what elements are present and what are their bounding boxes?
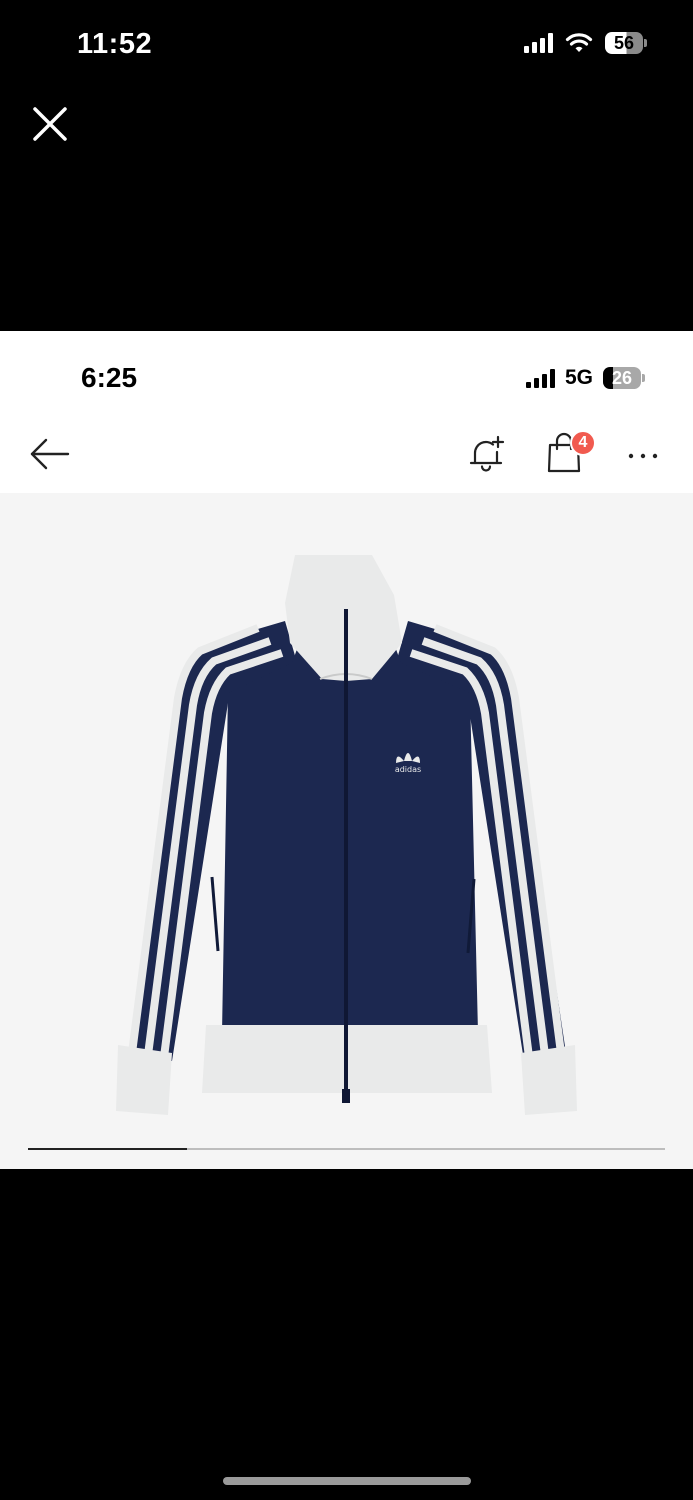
more-button[interactable] <box>623 436 663 476</box>
close-button[interactable] <box>30 104 70 144</box>
close-icon <box>33 107 67 141</box>
battery-icon: 56 <box>605 32 647 54</box>
inner-battery-level: 26 <box>603 367 641 389</box>
inner-status-time: 6:25 <box>81 362 138 393</box>
cart-count-badge: 4 <box>570 430 596 456</box>
cellular-signal-icon <box>524 33 553 53</box>
arrow-left-icon <box>30 438 70 470</box>
product-image: adidas <box>116 555 577 1115</box>
status-time: 11:52 <box>77 28 153 60</box>
inner-cellular-signal-icon <box>525 368 555 388</box>
battery-level: 56 <box>605 32 643 54</box>
inner-screenshot: 6:25 5G 26 4 adidas <box>0 331 693 1169</box>
network-type: 5G <box>564 366 593 389</box>
gallery-progress-track <box>28 1148 665 1150</box>
status-icons: 56 <box>524 32 647 54</box>
gallery-progress-fill <box>28 1148 188 1150</box>
brand-logo-text: adidas <box>395 765 421 774</box>
notify-button[interactable] <box>466 432 508 474</box>
wifi-icon <box>565 33 593 52</box>
cart-button[interactable]: 4 <box>545 430 597 476</box>
back-button[interactable] <box>28 434 72 474</box>
bell-plus-icon <box>469 435 505 472</box>
more-horizontal-icon <box>628 453 658 459</box>
inner-status-bar: 6:25 5G 26 <box>0 331 693 416</box>
product-nav-bar: 4 <box>0 416 693 492</box>
home-indicator[interactable] <box>223 1477 471 1485</box>
outer-status-bar: 11:52 56 <box>0 0 693 95</box>
inner-battery-icon: 26 <box>603 367 645 389</box>
inner-status-icons: 5G 26 <box>525 366 645 390</box>
product-image-gallery[interactable]: adidas <box>0 493 693 1169</box>
